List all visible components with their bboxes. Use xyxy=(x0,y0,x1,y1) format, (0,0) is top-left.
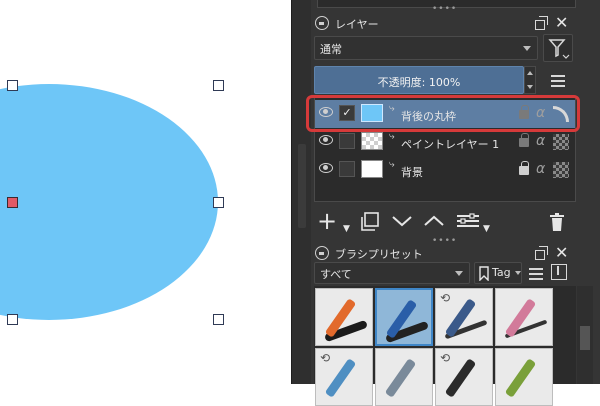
move-layer-up-icon[interactable] xyxy=(423,214,445,228)
opacity-label: 不透明度: 100% xyxy=(377,76,461,89)
brush-preset[interactable] xyxy=(495,288,553,346)
brush-scrollbar[interactable] xyxy=(577,286,593,384)
brush-presets-header: ブラシプリセット ✕ xyxy=(311,242,600,264)
layers-panel-header: レイヤー ✕ xyxy=(311,12,600,34)
filter-button[interactable] xyxy=(543,34,573,62)
duplicate-layer-icon[interactable] xyxy=(359,212,381,232)
paint-layer-icon: ⤷ xyxy=(389,159,395,170)
refresh-icon: ⟲ xyxy=(440,291,451,305)
tag-button[interactable]: Tag xyxy=(474,262,522,284)
layer-checkbox[interactable] xyxy=(339,133,355,149)
layer-thumbnail xyxy=(361,160,383,178)
alpha-lock-icon[interactable]: α xyxy=(536,161,545,177)
transform-handle-bottom-left[interactable] xyxy=(7,314,18,325)
opacity-slider[interactable]: 不透明度: 100% xyxy=(314,66,524,94)
eye-icon[interactable] xyxy=(319,135,333,145)
properties-dropdown-icon[interactable]: ▼ xyxy=(483,218,490,240)
display-settings-icon[interactable] xyxy=(551,264,567,280)
transform-handle-middle-right[interactable] xyxy=(213,197,224,208)
splitter-grip[interactable] xyxy=(298,144,306,228)
filter-icon xyxy=(548,39,570,59)
dock-splitter[interactable] xyxy=(291,0,311,384)
selected-layer-highlight xyxy=(306,95,580,132)
add-layer-dropdown-icon[interactable]: ▼ xyxy=(343,218,350,240)
transform-handle-bottom-right[interactable] xyxy=(213,314,224,325)
move-layer-down-icon[interactable] xyxy=(391,214,413,228)
lock-icon[interactable] xyxy=(315,246,329,260)
layer-thumbnail xyxy=(361,132,383,150)
brush-filter-select[interactable]: すべて xyxy=(314,262,470,284)
chevron-down-icon xyxy=(515,271,521,275)
blend-mode-value: 通常 xyxy=(320,43,342,56)
info-mark xyxy=(557,266,559,275)
brush-presets-title: ブラシプリセット xyxy=(335,248,423,261)
layers-panel-title: レイヤー xyxy=(335,18,379,31)
tag-label: Tag xyxy=(492,266,511,279)
tag-icon xyxy=(479,266,489,281)
eye-icon[interactable] xyxy=(319,163,333,173)
right-dock: •••• レイヤー ✕ 通常 不透明度: 100% ✓ ⤷ 背後の丸枠 α ⤷ … xyxy=(311,0,600,406)
layer-toolbar: + ▼ ▼ xyxy=(311,204,600,238)
layer-row[interactable]: ⤷ ペイントレイヤー 1 α xyxy=(315,128,575,156)
brush-preset-grid[interactable]: ⟲ ⟲ ⟲ xyxy=(314,286,576,406)
scrollbar-thumb[interactable] xyxy=(580,326,590,350)
transform-handle-top-left[interactable] xyxy=(7,80,18,91)
float-panel-icon[interactable] xyxy=(535,246,549,260)
brush-preset[interactable] xyxy=(315,288,373,346)
alpha-lock-icon[interactable]: α xyxy=(536,133,545,149)
inherit-alpha-icon[interactable] xyxy=(553,162,569,178)
float-panel-icon[interactable] xyxy=(535,16,549,30)
brush-preset[interactable] xyxy=(495,348,553,406)
chevron-down-icon xyxy=(523,46,531,51)
layers-menu-icon[interactable] xyxy=(551,75,565,87)
chevron-down-icon xyxy=(455,271,463,276)
trash-icon[interactable] xyxy=(547,212,567,232)
paint-layer-icon: ⤷ xyxy=(389,131,395,142)
layer-name[interactable]: ペイントレイヤー 1 xyxy=(401,136,499,152)
brush-preset[interactable] xyxy=(375,348,433,406)
brush-preset[interactable]: ⟲ xyxy=(315,348,373,406)
refresh-icon: ⟲ xyxy=(320,351,331,365)
transform-handle-middle-left[interactable] xyxy=(7,197,18,208)
lock-icon[interactable] xyxy=(519,161,529,175)
close-icon[interactable]: ✕ xyxy=(555,13,568,32)
layer-row[interactable]: ⤷ 背景 α xyxy=(315,156,575,184)
brush-preset[interactable]: ⟲ xyxy=(435,288,493,346)
brush-filter-value: すべて xyxy=(320,268,352,281)
inherit-alpha-icon[interactable] xyxy=(553,134,569,150)
blend-mode-select[interactable]: 通常 xyxy=(314,36,538,60)
add-layer-icon[interactable]: + xyxy=(317,209,337,233)
layer-name[interactable]: 背景 xyxy=(401,164,423,180)
lock-icon[interactable] xyxy=(519,133,529,147)
brush-menu-icon[interactable] xyxy=(529,268,543,280)
brush-preset-selected[interactable] xyxy=(375,288,433,346)
ellipse-shape[interactable] xyxy=(0,84,218,320)
canvas[interactable] xyxy=(0,0,291,384)
lock-icon[interactable] xyxy=(315,16,329,30)
brush-preset[interactable]: ⟲ xyxy=(435,348,493,406)
opacity-spinner[interactable] xyxy=(524,66,536,94)
refresh-icon: ⟲ xyxy=(440,351,451,365)
layer-properties-icon[interactable] xyxy=(455,212,481,230)
layer-checkbox[interactable] xyxy=(339,161,355,177)
brush-tool-image xyxy=(384,358,417,398)
transform-handle-top-right[interactable] xyxy=(213,80,224,91)
brush-tool-image xyxy=(504,358,537,398)
close-icon[interactable]: ✕ xyxy=(555,243,568,262)
